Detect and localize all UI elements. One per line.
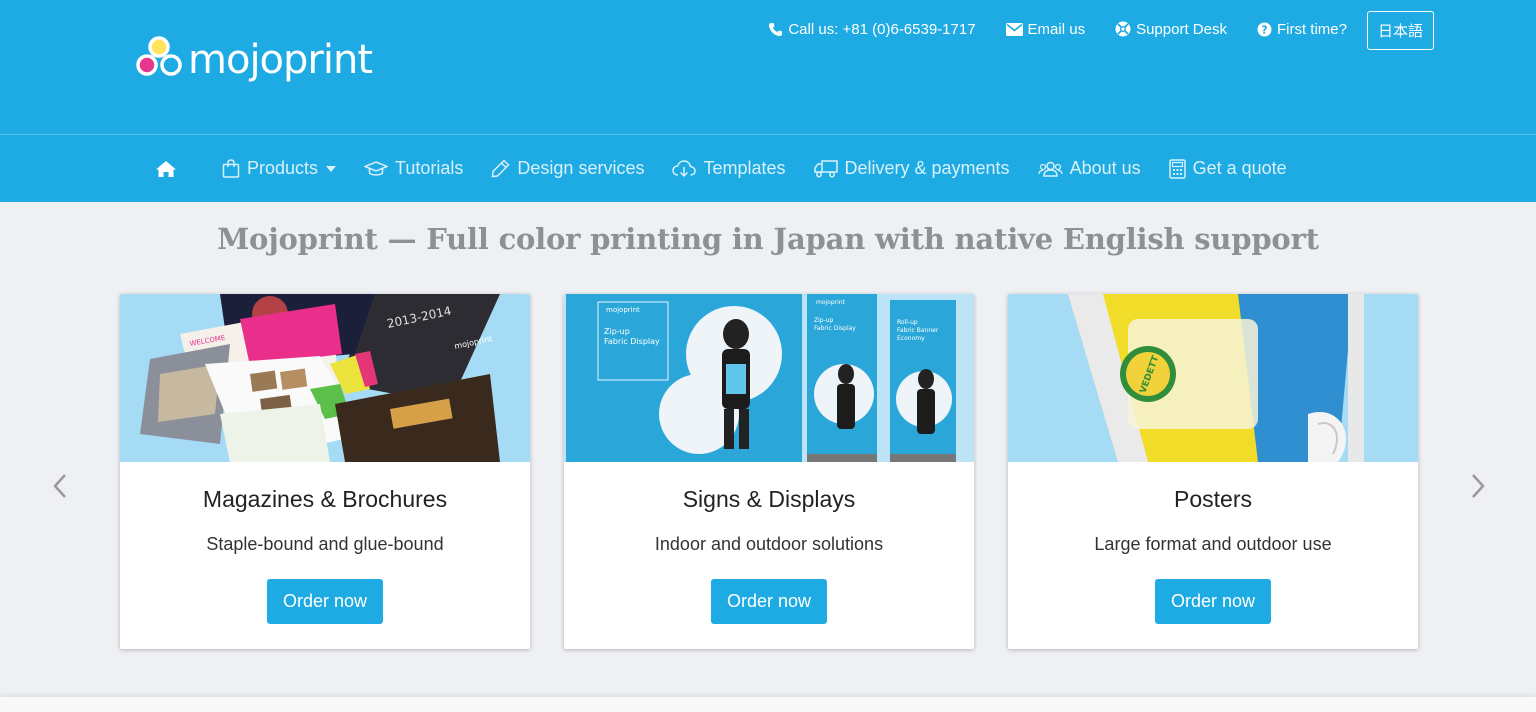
svg-text:mojoprint: mojoprint [606, 306, 640, 314]
posters-image[interactable]: VEDETT [1008, 294, 1418, 462]
home-icon [156, 160, 176, 177]
top-contact-bar: Call us: +81 (0)6-6539-1717 Email us Sup… [738, 11, 1434, 50]
nav-templates[interactable]: Templates [672, 158, 786, 179]
product-card-signs: mojoprint Zip-up Fabric Display mojoprin… [564, 294, 974, 649]
pencil-icon [492, 159, 510, 178]
magazines-image[interactable]: 2013-2014 WELCOME mojoprint [120, 294, 530, 462]
nav-delivery-payments[interactable]: Delivery & payments [813, 158, 1010, 179]
card-title: Posters [1174, 486, 1252, 512]
product-card-posters: VEDETT Posters Large format and outdoor … [1008, 294, 1418, 649]
logo-text: mojoprint [188, 37, 373, 83]
nav-get-a-quote[interactable]: Get a quote [1168, 158, 1287, 179]
envelope-icon [1005, 22, 1023, 36]
cloud-download-icon [672, 159, 697, 177]
carousel-next-arrow-icon[interactable] [1468, 472, 1488, 500]
support-desk-link[interactable]: Support Desk [1115, 21, 1227, 38]
svg-text:Fabric Display: Fabric Display [604, 337, 660, 346]
nav-design-services[interactable]: Design services [491, 158, 644, 179]
phone-icon [769, 22, 783, 36]
nav-products[interactable]: Products [222, 158, 337, 179]
nav-design-services-label: Design services [517, 158, 645, 178]
nav-tutorials[interactable]: Tutorials [364, 158, 463, 179]
svg-text:Fabric Banner: Fabric Banner [897, 327, 939, 334]
bag-icon [222, 159, 240, 178]
order-now-button-posters[interactable]: Order now [1154, 579, 1272, 624]
nav-about-us-label: About us [1069, 158, 1141, 178]
lifebuoy-icon [1115, 21, 1131, 37]
page-title: Mojoprint — Full color printing in Japan… [217, 222, 1319, 256]
email-us-label: Email us [1027, 20, 1086, 38]
question-circle-icon: ? [1257, 21, 1272, 37]
card-subtitle: Indoor and outdoor solutions [654, 534, 884, 554]
email-us-link[interactable]: Email us [1005, 20, 1086, 38]
call-us-label: Call us: +81 (0)6-6539-1717 [788, 20, 976, 38]
signs-displays-image[interactable]: mojoprint Zip-up Fabric Display mojoprin… [564, 294, 974, 462]
nav-delivery-payments-label: Delivery & payments [844, 158, 1010, 178]
graduation-cap-icon [364, 160, 389, 176]
svg-text:Economy: Economy [897, 335, 925, 342]
logo-icon [134, 34, 184, 84]
card-title: Magazines & Brochures [202, 486, 448, 512]
nav-templates-label: Templates [703, 158, 786, 178]
carousel-prev-arrow-icon[interactable] [50, 472, 70, 500]
first-time-link[interactable]: ? First time? [1257, 21, 1347, 38]
calculator-icon [1168, 158, 1186, 179]
main-navigation: Products Tutorials Design services Templ… [0, 134, 1536, 202]
svg-text:Zip-up: Zip-up [604, 327, 630, 336]
svg-text:Zip-up: Zip-up [814, 317, 834, 324]
svg-text:?: ? [1261, 24, 1267, 36]
nav-products-label: Products [247, 158, 319, 178]
site-header: mojoprint Call us: +81 (0)6-6539-1717 Em… [0, 0, 1536, 134]
card-subtitle: Staple-bound and glue-bound [206, 534, 444, 554]
card-subtitle: Large format and outdoor use [1094, 534, 1332, 554]
language-toggle-button[interactable]: 日本語 [1366, 11, 1434, 50]
logo[interactable]: mojoprint [134, 34, 373, 84]
order-now-button-signs[interactable]: Order now [710, 579, 828, 624]
order-now-button-magazines[interactable]: Order now [266, 579, 384, 624]
chevron-down-icon [326, 165, 337, 172]
svg-text:mojoprint: mojoprint [816, 299, 846, 306]
users-icon [1037, 161, 1063, 177]
nav-home[interactable] [155, 160, 184, 178]
card-title: Signs & Displays [682, 486, 856, 512]
footer-strip [0, 697, 1536, 712]
call-us-link[interactable]: Call us: +81 (0)6-6539-1717 [768, 20, 976, 38]
svg-text:Fabric Display: Fabric Display [814, 325, 856, 332]
nav-tutorials-label: Tutorials [395, 158, 464, 178]
truck-icon [813, 159, 838, 177]
first-time-label: First time? [1276, 20, 1347, 38]
product-card-magazines: 2013-2014 WELCOME mojoprint Magazines & … [120, 294, 530, 649]
nav-get-a-quote-label: Get a quote [1192, 158, 1287, 178]
nav-about-us[interactable]: About us [1037, 158, 1141, 179]
support-desk-label: Support Desk [1136, 20, 1227, 38]
svg-text:Roll-up: Roll-up [897, 319, 918, 326]
